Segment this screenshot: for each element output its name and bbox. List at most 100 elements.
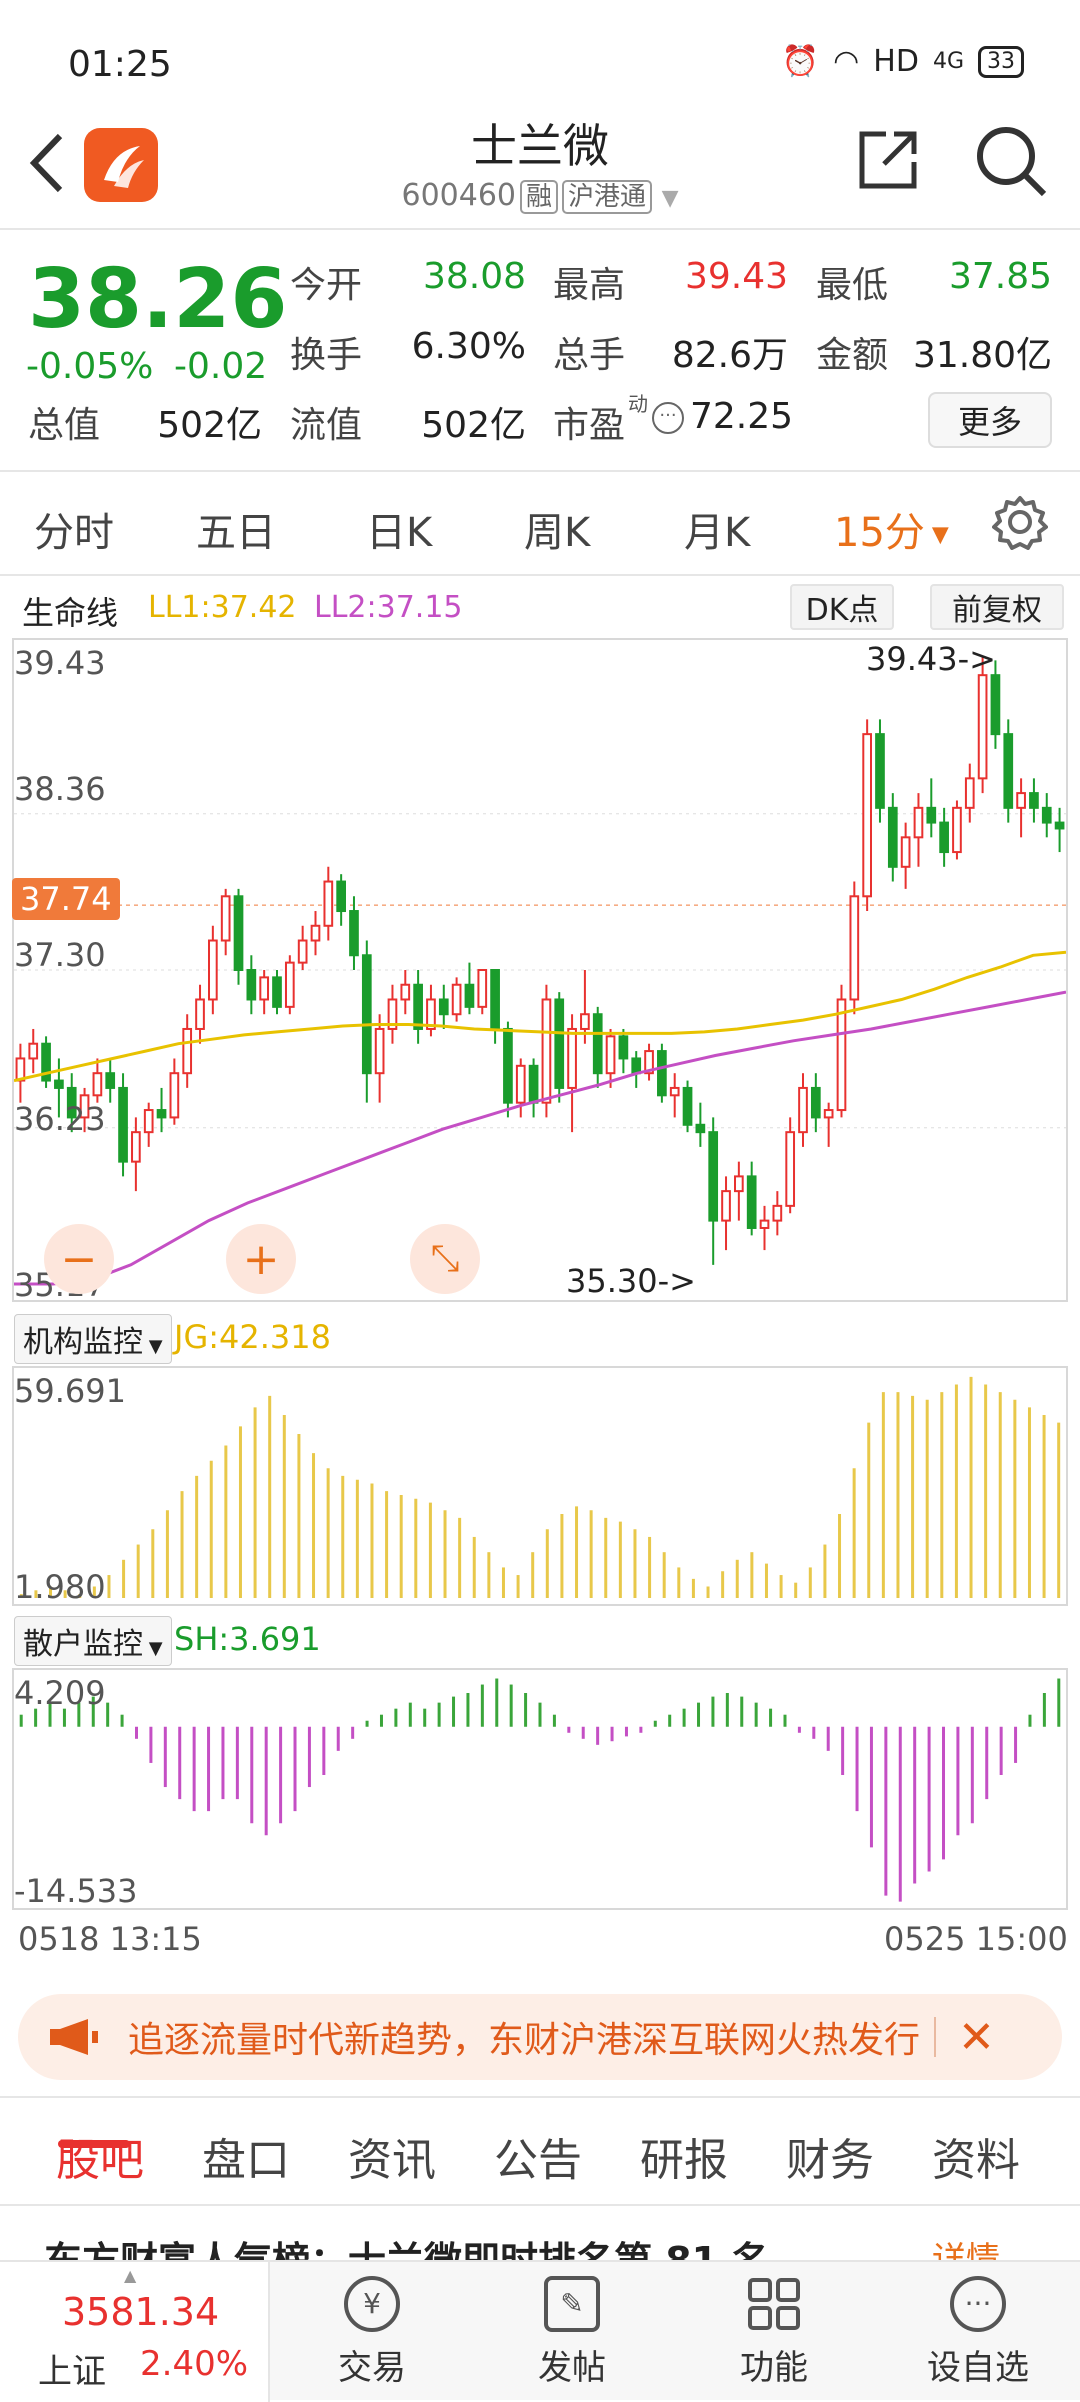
zoom-out-button[interactable]: − [44, 1224, 114, 1294]
nav-functions[interactable]: 功能 [674, 2262, 874, 2402]
candle-body [259, 976, 270, 1001]
signal-label: 4G [932, 49, 964, 74]
candle-body [374, 1027, 385, 1075]
time-axis-start: 0518 13:15 [18, 1920, 202, 1958]
jg-chart-frame[interactable] [12, 1366, 1068, 1606]
stock-code: 600460 [401, 178, 517, 213]
candle-body [669, 1086, 680, 1097]
candle-body [438, 998, 449, 1016]
candle-body [195, 998, 205, 1030]
ll1-line [13, 950, 1067, 1083]
alarm-icon: ⏰ [781, 44, 820, 79]
caret-up-icon: ▲ [124, 2266, 137, 2285]
candle-body [849, 895, 860, 1001]
tab-announcements[interactable]: 公告 [494, 2124, 582, 2188]
candle-body [451, 983, 462, 1016]
caret-down-icon: ▼ [924, 522, 949, 548]
status-bar: 01:25 ⏰ ◠ HD 4G 33 [0, 0, 1080, 120]
candle-body [990, 674, 1001, 736]
nav-post[interactable]: ✎ 发帖 [472, 2262, 672, 2402]
candle-body [233, 895, 244, 971]
candle-body [746, 1175, 757, 1229]
candle-body [977, 674, 988, 780]
sh-min-label: -14.533 [14, 1872, 138, 1910]
indicator-name[interactable]: 生命线 [22, 588, 118, 634]
jg-bar-chart [19, 1376, 1061, 1598]
candle-body [772, 1204, 783, 1222]
candle-body [913, 806, 924, 839]
tab-financials[interactable]: 财务 [786, 2124, 874, 2188]
tab-five-day[interactable]: 五日 [196, 500, 276, 558]
tab-daily-k[interactable]: 日K [366, 500, 432, 558]
settings-gear-icon[interactable] [992, 494, 1048, 550]
nav-trade[interactable]: ¥ 交易 [272, 2262, 472, 2402]
sh-bar-chart [19, 1678, 1061, 1902]
more-button[interactable]: 更多 [928, 392, 1052, 448]
candle-body [798, 1086, 808, 1134]
tab-15min[interactable]: 15分 ▼ [834, 500, 949, 558]
close-icon[interactable]: ✕ [958, 2012, 995, 2063]
mktcap-label: 总值 [28, 405, 101, 446]
forward-adjust-button[interactable]: 前复权 [930, 584, 1064, 630]
banner-separator [934, 2017, 937, 2057]
tab-profile[interactable]: 资料 [932, 2124, 1020, 2188]
candle-body [284, 961, 295, 1008]
bottom-tabs-divider-top [0, 2096, 1080, 2098]
tab-weekly-k[interactable]: 周K [524, 500, 590, 558]
candle-body [272, 976, 282, 1008]
pe-label: 市盈 [553, 405, 626, 446]
sh-chart-frame[interactable] [12, 1668, 1068, 1910]
candle-body [785, 1131, 796, 1207]
index-name: 上证 [38, 2352, 106, 2392]
period-tabs: 分时 五日 日K 周K 月K 15分 ▼ [0, 470, 1080, 578]
candle-body [361, 954, 372, 1075]
candlestick-chart-frame[interactable] [12, 638, 1068, 1302]
candle-body [554, 998, 565, 1089]
info-icon[interactable]: ··· [652, 402, 684, 434]
share-icon[interactable] [856, 128, 920, 192]
candle-body [464, 983, 475, 1008]
index-change: 2.40% [140, 2344, 249, 2384]
candle-body [567, 1027, 577, 1089]
promo-banner[interactable]: 追逐流量时代新趋势，东财沪港深互联网火热发行 ✕ [18, 1994, 1062, 2080]
jg-indicator-dropdown[interactable]: 机构监控 ▼ [14, 1314, 172, 1364]
content-tabs: 股吧 盘口 资讯 公告 研报 财务 资料 [0, 2100, 1080, 2200]
status-icons: ⏰ ◠ HD 4G 33 [782, 44, 1024, 79]
tab-monthly-k[interactable]: 月K [684, 500, 750, 558]
bottom-tabs-divider [0, 2204, 1080, 2206]
zoom-in-button[interactable]: + [226, 1224, 296, 1294]
search-icon[interactable] [974, 124, 1048, 198]
tabs-divider [0, 574, 1080, 576]
candle-body [143, 1109, 154, 1134]
tab-order-book[interactable]: 盘口 [202, 2124, 290, 2188]
plus-icon: + [242, 1233, 280, 1285]
candle-body [695, 1123, 706, 1134]
candle-body [336, 880, 346, 913]
turnover-value: 6.30% [411, 326, 526, 367]
battery-icon: 33 [978, 45, 1024, 78]
index-ticker[interactable]: ▲ 3581.34 上证 2.40% [0, 2262, 270, 2402]
tab-guba[interactable]: 股吧 [56, 2124, 144, 2188]
nav-trade-label: 交易 [338, 2347, 406, 2388]
turnover-label: 换手 [290, 335, 363, 376]
status-time: 01:25 [68, 44, 172, 85]
connect-tag: 沪港通 [562, 180, 653, 214]
y-label-high: 39.43 [14, 644, 106, 682]
candle-body [105, 1072, 116, 1089]
candle-body [1041, 806, 1052, 824]
candle-body [734, 1175, 744, 1193]
header-divider [0, 228, 1080, 230]
current-price: 38.26 [28, 252, 288, 347]
candle-body [413, 983, 423, 1030]
candle-body [875, 733, 885, 809]
tab-news[interactable]: 资讯 [348, 2124, 436, 2188]
tab-research[interactable]: 研报 [640, 2124, 728, 2188]
y-label-4: 36.23 [14, 1100, 106, 1138]
dk-point-button[interactable]: DK点 [790, 584, 894, 630]
sh-indicator-dropdown[interactable]: 散户监控 ▼ [14, 1616, 172, 1666]
candle-body [580, 1013, 590, 1030]
tab-intraday[interactable]: 分时 [34, 500, 114, 558]
nav-add-watchlist[interactable]: ··· 设自选 [878, 2262, 1078, 2402]
fullscreen-button[interactable]: ⤡ [410, 1224, 480, 1294]
current-price-marker: 37.74 [12, 878, 120, 920]
